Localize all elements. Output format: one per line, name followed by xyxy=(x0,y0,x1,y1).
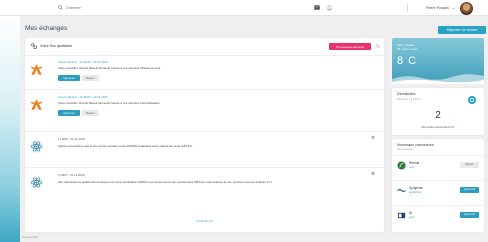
main-content: Mes échanges Déposer un fichier Votre fl… xyxy=(20,16,488,242)
refresh-icon[interactable]: ↻ xyxy=(376,44,380,50)
requests-icon[interactable] xyxy=(468,96,476,104)
mail-icon[interactable] xyxy=(314,5,320,10)
item-meta: 1 INPU · 31.12.2019 xyxy=(58,173,85,177)
connector-row: IA goz7 Approuvé xyxy=(392,205,484,224)
connector-row: Rhenai goz7 Rejeter xyxy=(392,155,484,174)
requests-label-text: Nouvelles demandes xyxy=(421,125,450,129)
weather-card: Saint, France Bh, légères nuées 8 C xyxy=(392,38,484,84)
ia-logo-icon xyxy=(397,212,406,219)
avatar[interactable] xyxy=(460,2,473,15)
item-text: Votre conseiller Vicouet Raoult demande … xyxy=(58,101,160,105)
weather-temperature: 8 C xyxy=(397,55,418,67)
approve-button[interactable]: Approuvé xyxy=(460,212,479,218)
chevron-down-icon[interactable]: ⌄ xyxy=(452,5,455,10)
page-title: Mes échanges xyxy=(25,25,68,32)
connector-name: Rhenai xyxy=(409,161,420,165)
footer-text: Connect 2020 xyxy=(22,236,39,239)
requests-title: Demandes xyxy=(397,92,416,96)
connector-sub: goz7 xyxy=(409,165,415,169)
approve-button[interactable]: Approuvé xyxy=(58,110,80,116)
search-input[interactable] xyxy=(66,4,246,12)
feed-item: 1 INPU · 31.12.2019 Afin d'améliorer la … xyxy=(25,167,384,201)
rhenai-logo-icon xyxy=(397,161,406,170)
feed-title: Votre flux quotidien xyxy=(40,44,73,48)
gear-icon[interactable]: ⚙ xyxy=(371,171,375,177)
requests-label: Nouvelles demandes 0% xyxy=(392,125,484,129)
topbar-divider xyxy=(407,3,408,13)
requests-card: Demandes Mis à jour il y a 8 mn 2 Nouvel… xyxy=(392,88,484,135)
approve-button[interactable]: Approuvé xyxy=(58,75,80,81)
feed-item: Fauvet Riviere · 11:43AM - 23.04.2020 Vo… xyxy=(25,89,384,122)
cooperative-logo-icon xyxy=(30,99,43,110)
user-name[interactable]: Pierre Poulain xyxy=(426,6,449,10)
view-more-link[interactable]: VOIR PLUS xyxy=(25,219,384,223)
new-items-badge[interactable]: 15 nouveaux éléments xyxy=(329,43,371,50)
connector-sub: goz7 xyxy=(409,215,415,219)
reject-button[interactable]: Rejeter xyxy=(82,75,99,81)
weather-description: Bh, légères nuées xyxy=(397,47,418,51)
approve-button[interactable]: Approuvé xyxy=(460,187,479,193)
search-icon[interactable] xyxy=(58,5,63,10)
requests-count: 2 xyxy=(435,110,441,121)
item-meta: 1 LDPA · 31.12.2019 xyxy=(58,137,85,141)
connector-row: Syngenta goodvizies Approuvé xyxy=(392,180,484,199)
syngenta-logo-icon xyxy=(397,188,406,193)
bell-icon[interactable] xyxy=(327,4,332,11)
item-meta: Fauvet Riviere · 11:43AM - 23.04.2020 xyxy=(58,95,108,99)
reject-button[interactable]: Rejeter xyxy=(82,110,99,116)
connectors-title: Nouveaux connectors xyxy=(397,143,434,147)
weather-location: Saint, France xyxy=(397,43,415,47)
connector-sub: goodvizies xyxy=(409,190,422,194)
requests-subtitle: Mis à jour il y a 8 mn xyxy=(397,98,421,101)
daily-feed-card: Votre flux quotidien 15 nouveaux élément… xyxy=(25,38,384,232)
cooperative-logo-icon xyxy=(30,64,43,75)
reject-button[interactable]: Rejeter xyxy=(460,162,479,168)
top-bar: Pierre Poulain ⌄ xyxy=(0,0,488,16)
feed-item: 1 LDPA · 31.12.2019 Agrilot vous informe… xyxy=(25,131,384,164)
requests-percent: 0% xyxy=(450,125,455,129)
hills-illustration-icon xyxy=(392,74,484,84)
sidebar xyxy=(0,16,20,242)
atom-logo-icon xyxy=(29,139,44,154)
item-text: Afin d'améliorer la qualité des données … xyxy=(58,180,272,184)
connector-name: IA xyxy=(409,211,413,215)
upload-file-button[interactable]: Déposer un fichier xyxy=(438,26,486,34)
feed-item: Fauvet Riviere · 11:43AM - 23.04.2020 Vo… xyxy=(25,55,384,86)
connectors-subtitle: Sotre services xyxy=(397,148,414,151)
feed-icon xyxy=(31,43,37,49)
item-text: Agrilot vous informe que le prix du blé … xyxy=(58,144,193,148)
connector-name: Syngenta xyxy=(409,186,423,190)
item-meta: Fauvet Riviere · 11:43AM - 23.04.2020 xyxy=(58,60,108,64)
atom-logo-icon xyxy=(29,175,44,190)
item-text: Votre conseiller Vicouet Raoult demande … xyxy=(58,66,161,70)
connectors-card: Nouveaux connectors Sotre services Rhena… xyxy=(392,139,484,232)
gear-icon[interactable]: ⚙ xyxy=(371,135,375,141)
